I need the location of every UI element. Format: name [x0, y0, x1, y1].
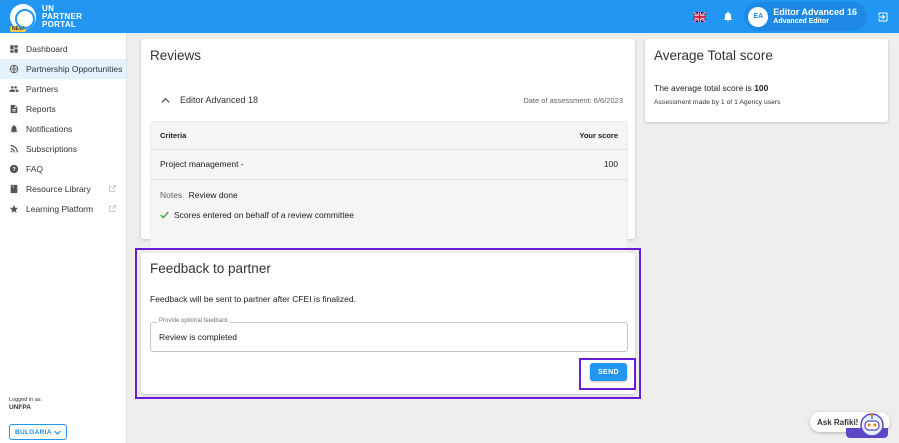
avatar: EA [748, 6, 769, 27]
country-select[interactable]: BULGARIA [9, 424, 67, 440]
feedback-field[interactable]: Provide optional feedback [150, 318, 628, 352]
feedback-card: Feedback to partner Feedback will be sen… [141, 253, 635, 394]
notes-label: Notes [160, 190, 183, 200]
reviews-title: Reviews [150, 48, 202, 63]
rafiki-robot-icon[interactable] [857, 412, 887, 438]
feedback-field-label: Provide optional feedback [157, 318, 231, 324]
average-score-card: Average Total score The average total sc… [645, 39, 888, 122]
average-score-line: The average total score is 100 [654, 83, 769, 93]
average-score-title: Average Total score [654, 48, 773, 63]
sidebar-item-label: Reports [26, 104, 56, 114]
svg-text:?: ? [12, 167, 16, 173]
reports-icon [10, 104, 18, 114]
feedback-input[interactable] [159, 332, 619, 342]
logout-icon[interactable] [877, 11, 889, 23]
new-badge: NEW [10, 25, 26, 32]
sidebar-item-resource-library[interactable]: Resource Library [0, 179, 126, 199]
dashboard-icon [10, 45, 18, 53]
score-table-header: Criteria Your score [151, 122, 627, 150]
sidebar-item-partners[interactable]: Partners [0, 79, 126, 99]
sidebar-item-label: Subscriptions [26, 144, 78, 154]
external-link-icon [109, 205, 116, 212]
table-row: Project management - 100 [151, 150, 627, 180]
globe-icon [9, 64, 19, 74]
notifications-bell-icon[interactable] [722, 10, 734, 23]
user-name: Editor Advanced 16 [773, 6, 857, 17]
reviewer-name: Editor Advanced 18 [180, 95, 259, 105]
un-emblem-icon: NEW [10, 3, 36, 32]
score-table: Criteria Your score Project management -… [150, 121, 628, 267]
check-icon [160, 211, 169, 219]
user-menu[interactable]: EA Editor Advanced 16 Advanced Editor [744, 2, 867, 31]
chevron-down-icon [54, 430, 61, 435]
criteria-cell: Project management - [160, 159, 244, 169]
sidebar-item-label: Partners [26, 84, 59, 94]
help-icon: ? [9, 164, 19, 174]
sidebar-item-label: Partnership Opportunities [26, 64, 123, 74]
un-partner-portal-logo[interactable]: NEW UN PARTNER PORTAL [10, 3, 83, 32]
external-link-icon [109, 185, 116, 192]
criteria-header: Criteria [160, 131, 187, 140]
sidebar-item-label: Dashboard [26, 44, 68, 54]
average-score-value: 100 [754, 83, 769, 93]
assessment-date: Date of assessment: 6/6/2023 [523, 95, 623, 105]
reviewer-row[interactable]: Editor Advanced 18 Date of assessment: 6… [161, 95, 623, 105]
logo-text: UN PARTNER PORTAL [42, 3, 83, 29]
sidebar-item-label: Resource Library [26, 184, 91, 194]
feedback-title: Feedback to partner [150, 261, 271, 276]
score-cell: 100 [603, 159, 618, 169]
reviews-card: Reviews Editor Advanced 18 Date of asses… [141, 39, 635, 267]
logged-in-info: Logged in as: UNFPA [9, 397, 43, 411]
top-app-bar: NEW UN PARTNER PORTAL EA Editor Advanced… [0, 0, 899, 33]
score-header: Your score [579, 131, 618, 140]
notes-value: Review done [188, 190, 238, 200]
sidebar-item-partnership-opportunities[interactable]: Partnership Opportunities [0, 59, 126, 79]
send-button[interactable]: SEND [590, 363, 627, 381]
sidebar-item-dashboard[interactable]: Dashboard [0, 39, 126, 59]
review-notes: Notes Review done [160, 190, 238, 200]
sidebar-item-reports[interactable]: Reports [0, 99, 126, 119]
committee-note: Scores entered on behalf of a review com… [160, 210, 354, 220]
feedback-info: Feedback will be sent to partner after C… [150, 294, 356, 304]
star-icon [9, 204, 19, 213]
sidebar-item-label: Notifications [26, 124, 73, 134]
rss-icon [10, 145, 18, 153]
chevron-up-icon[interactable] [161, 96, 170, 105]
uk-flag-icon[interactable] [693, 11, 707, 22]
sidebar-item-faq[interactable]: ? FAQ [0, 159, 126, 179]
sidebar: Dashboard Partnership Opportunities Part… [0, 33, 127, 443]
assessment-made-by: Assessment made by 1 of 1 Agency users [654, 99, 781, 106]
people-icon [9, 86, 19, 92]
sidebar-item-label: FAQ [26, 164, 44, 174]
user-role: Advanced Editor [773, 17, 829, 25]
sidebar-item-label: Learning Platform [26, 204, 94, 214]
sidebar-item-subscriptions[interactable]: Subscriptions [0, 139, 126, 159]
sidebar-item-notifications[interactable]: Notifications [0, 119, 126, 139]
bell-icon [10, 125, 18, 134]
book-icon [10, 184, 18, 194]
sidebar-item-learning-platform[interactable]: Learning Platform [0, 199, 126, 219]
